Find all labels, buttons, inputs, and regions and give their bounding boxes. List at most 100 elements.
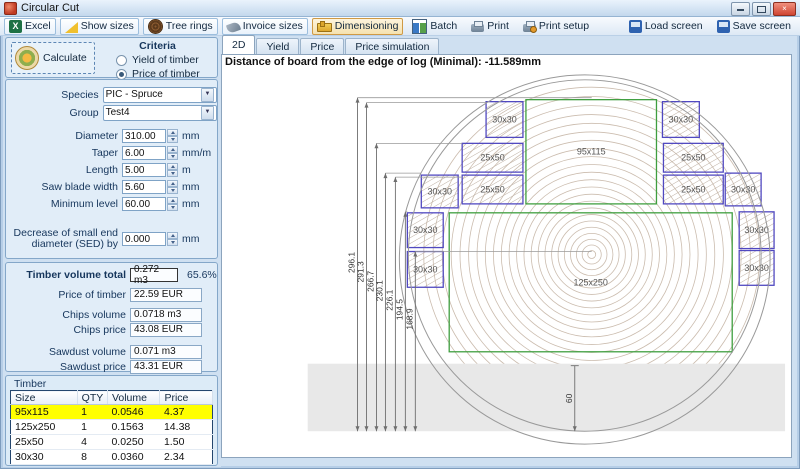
svg-text:25x50: 25x50 xyxy=(480,153,504,163)
settings-panel: Calculate Criteria Yield of timber Price… xyxy=(3,36,221,467)
price-of-timber-label: Price of timber xyxy=(6,289,130,301)
load-screen-button[interactable]: Load screen xyxy=(624,18,708,35)
saw-blade-width-unit: mm xyxy=(182,181,200,193)
calculate-button[interactable]: Calculate xyxy=(11,42,95,74)
criteria-group: Calculate Criteria Yield of timber Price… xyxy=(5,37,218,78)
saw-blade-width-input[interactable]: 5.60 xyxy=(122,180,166,194)
svg-text:95x115: 95x115 xyxy=(577,147,606,157)
sed-stepper[interactable] xyxy=(167,232,178,246)
minimum-level-unit: mm xyxy=(182,198,200,210)
calculate-label: Calculate xyxy=(43,52,87,64)
table-row[interactable]: 30x308 0.03602.34 xyxy=(11,450,213,465)
excel-button[interactable]: X Excel xyxy=(4,18,56,35)
chips-volume-label: Chips volume xyxy=(6,309,130,321)
minimize-button[interactable] xyxy=(731,2,750,16)
save-screen-icon xyxy=(717,20,730,33)
sed-input[interactable]: 0.000 xyxy=(122,232,166,246)
criteria-title: Criteria xyxy=(102,40,213,52)
col-price[interactable]: Price xyxy=(160,391,213,405)
group-select[interactable]: Test4 ▼ xyxy=(103,105,217,121)
minimum-level-input[interactable]: 60.00 xyxy=(122,197,166,211)
saw-blade-width-stepper[interactable] xyxy=(167,180,178,194)
taper-label: Taper xyxy=(6,147,122,159)
sawdust-price-label: Sawdust price xyxy=(6,361,130,373)
timber-volume-total-label: Timber volume total xyxy=(6,269,130,281)
table-row[interactable]: 125x2501 0.156314.38 xyxy=(11,420,213,435)
title-bar: Circular Cut × xyxy=(0,0,800,17)
svg-text:30x30: 30x30 xyxy=(428,186,452,196)
length-stepper[interactable] xyxy=(167,163,178,177)
radio-yield-of-timber[interactable]: Yield of timber xyxy=(116,54,213,66)
timber-table: Size QTY Volume Price 95x1151 0.05464.37… xyxy=(10,390,213,465)
main-area: 2D Yield Price Price simulation Distance… xyxy=(221,36,792,458)
table-row[interactable]: 25x504 0.02501.50 xyxy=(11,435,213,450)
species-select[interactable]: PIC - Spruce ▼ xyxy=(103,87,217,103)
length-unit: m xyxy=(182,164,191,176)
maximize-button[interactable] xyxy=(752,2,771,16)
print-setup-button[interactable]: Print setup xyxy=(518,18,594,35)
invoice-sizes-label: Invoice sizes xyxy=(243,20,303,32)
group-label: Group xyxy=(6,107,103,119)
timber-volume-total-value: 0.272 m3 xyxy=(130,268,178,282)
length-input[interactable]: 5.00 xyxy=(122,163,166,177)
excel-label: Excel xyxy=(25,20,51,32)
radio-icon xyxy=(116,55,127,66)
svg-text:25x50: 25x50 xyxy=(681,184,705,194)
tree-rings-button[interactable]: Tree rings xyxy=(143,18,218,35)
timber-caption: Timber xyxy=(14,378,46,390)
window-title: Circular Cut xyxy=(21,2,79,14)
radio-label: Yield of timber xyxy=(132,54,199,66)
chips-volume-value: 0.0718 m3 xyxy=(130,308,202,322)
toolbar: X Excel Show sizes Tree rings Invoice si… xyxy=(0,17,800,36)
dimensioning-button[interactable]: Dimensioning xyxy=(312,18,404,35)
dimensioning-icon xyxy=(317,23,332,32)
diameter-unit: mm xyxy=(182,130,200,142)
svg-text:125x250: 125x250 xyxy=(574,277,608,287)
invoice-sizes-button[interactable]: Invoice sizes xyxy=(222,18,308,35)
sed-unit: mm xyxy=(182,233,200,245)
sed-label: Decrease of small end diameter (SED) by xyxy=(6,228,122,250)
svg-text:30x30: 30x30 xyxy=(492,115,516,125)
chevron-down-icon: ▼ xyxy=(201,106,214,120)
load-screen-icon xyxy=(629,20,642,33)
minimum-level-stepper[interactable] xyxy=(167,197,178,211)
print-label: Print xyxy=(487,20,509,32)
diameter-stepper[interactable] xyxy=(167,129,178,143)
tab-price[interactable]: Price xyxy=(300,38,344,54)
batch-label: Batch xyxy=(430,20,457,32)
print-icon xyxy=(471,24,484,32)
tab-strip: 2D Yield Price Price simulation xyxy=(221,36,792,54)
close-button[interactable]: × xyxy=(773,2,796,16)
log-cut-diagram[interactable]: 30x30 95x115 30x30 25x50 25x50 30x30 25x50 25x5… xyxy=(222,55,791,457)
dimensioning-label: Dimensioning xyxy=(335,20,399,32)
save-screen-button[interactable]: Save screen xyxy=(712,18,796,35)
svg-text:30x30: 30x30 xyxy=(669,115,693,125)
svg-text:25x50: 25x50 xyxy=(681,153,705,163)
tab-price-simulation[interactable]: Price simulation xyxy=(345,38,439,54)
price-of-timber-value: 22.59 EUR xyxy=(130,288,202,302)
chips-price-label: Chips price xyxy=(6,324,130,336)
taper-input[interactable]: 6.00 xyxy=(122,146,166,160)
col-qty[interactable]: QTY xyxy=(77,391,107,405)
print-button[interactable]: Print xyxy=(466,18,514,35)
svg-text:30x30: 30x30 xyxy=(731,184,755,194)
chips-price-value: 43.08 EUR xyxy=(130,323,202,337)
col-size[interactable]: Size xyxy=(11,391,78,405)
svg-text:25x50: 25x50 xyxy=(480,184,504,194)
length-label: Length xyxy=(6,164,122,176)
table-row[interactable]: 95x1151 0.05464.37 xyxy=(11,405,213,420)
col-volume[interactable]: Volume xyxy=(107,391,160,405)
parameters-group: Species PIC - Spruce ▼ Group Test4 ▼ Dia… xyxy=(5,79,218,259)
timber-volume-percent: 65.6% xyxy=(187,269,217,281)
tab-2d[interactable]: 2D xyxy=(222,35,255,54)
tab-yield[interactable]: Yield xyxy=(256,38,299,54)
show-sizes-button[interactable]: Show sizes xyxy=(60,18,139,35)
distance-header: Distance of board from the edge of log (… xyxy=(225,56,541,68)
taper-stepper[interactable] xyxy=(167,146,178,160)
print-setup-label: Print setup xyxy=(539,20,589,32)
show-sizes-label: Show sizes xyxy=(81,20,134,32)
diameter-input[interactable]: 310.00 xyxy=(122,129,166,143)
batch-button[interactable]: Batch xyxy=(407,18,462,35)
results-group: Timber volume total 0.272 m3 65.6% Price… xyxy=(5,262,218,372)
saw-blade-width-label: Saw blade width xyxy=(6,181,122,193)
